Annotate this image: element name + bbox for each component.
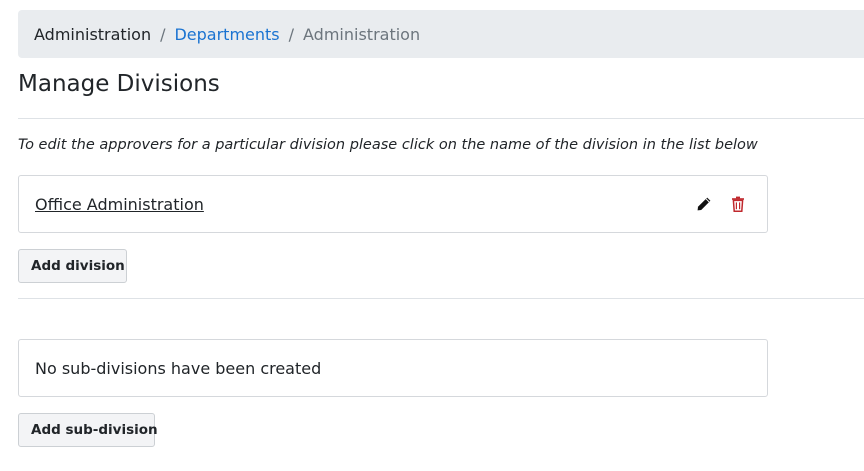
breadcrumb: Administration / Departments / Administr… bbox=[18, 10, 864, 58]
divider bbox=[18, 118, 864, 119]
add-subdivision-button[interactable]: Add sub-division bbox=[18, 413, 158, 447]
instructions-text: To edit the approvers for a particular d… bbox=[18, 137, 758, 153]
trash-icon[interactable] bbox=[729, 195, 747, 213]
breadcrumb-separator: / bbox=[288, 24, 295, 44]
breadcrumb-current: Administration bbox=[303, 24, 421, 44]
division-actions bbox=[695, 195, 747, 213]
division-name-link[interactable]: Office Administration bbox=[35, 195, 204, 214]
page: Administration / Departments / Administr… bbox=[0, 0, 864, 471]
subdivision-list: No sub-divisions have been created bbox=[18, 339, 768, 397]
division-list-item: Office Administration bbox=[18, 175, 768, 233]
breadcrumb-departments-link[interactable]: Departments bbox=[174, 25, 279, 44]
empty-subdivisions-message: No sub-divisions have been created bbox=[35, 358, 322, 378]
breadcrumb-separator: / bbox=[160, 24, 166, 44]
add-division-button[interactable]: Add division bbox=[18, 249, 127, 283]
divider bbox=[18, 298, 864, 299]
breadcrumb-administration: Administration bbox=[34, 24, 152, 44]
pencil-icon-glyph bbox=[697, 197, 711, 211]
pencil-icon[interactable] bbox=[695, 195, 713, 213]
page-title: Manage Divisions bbox=[18, 71, 220, 97]
trash-icon-glyph bbox=[732, 196, 744, 212]
